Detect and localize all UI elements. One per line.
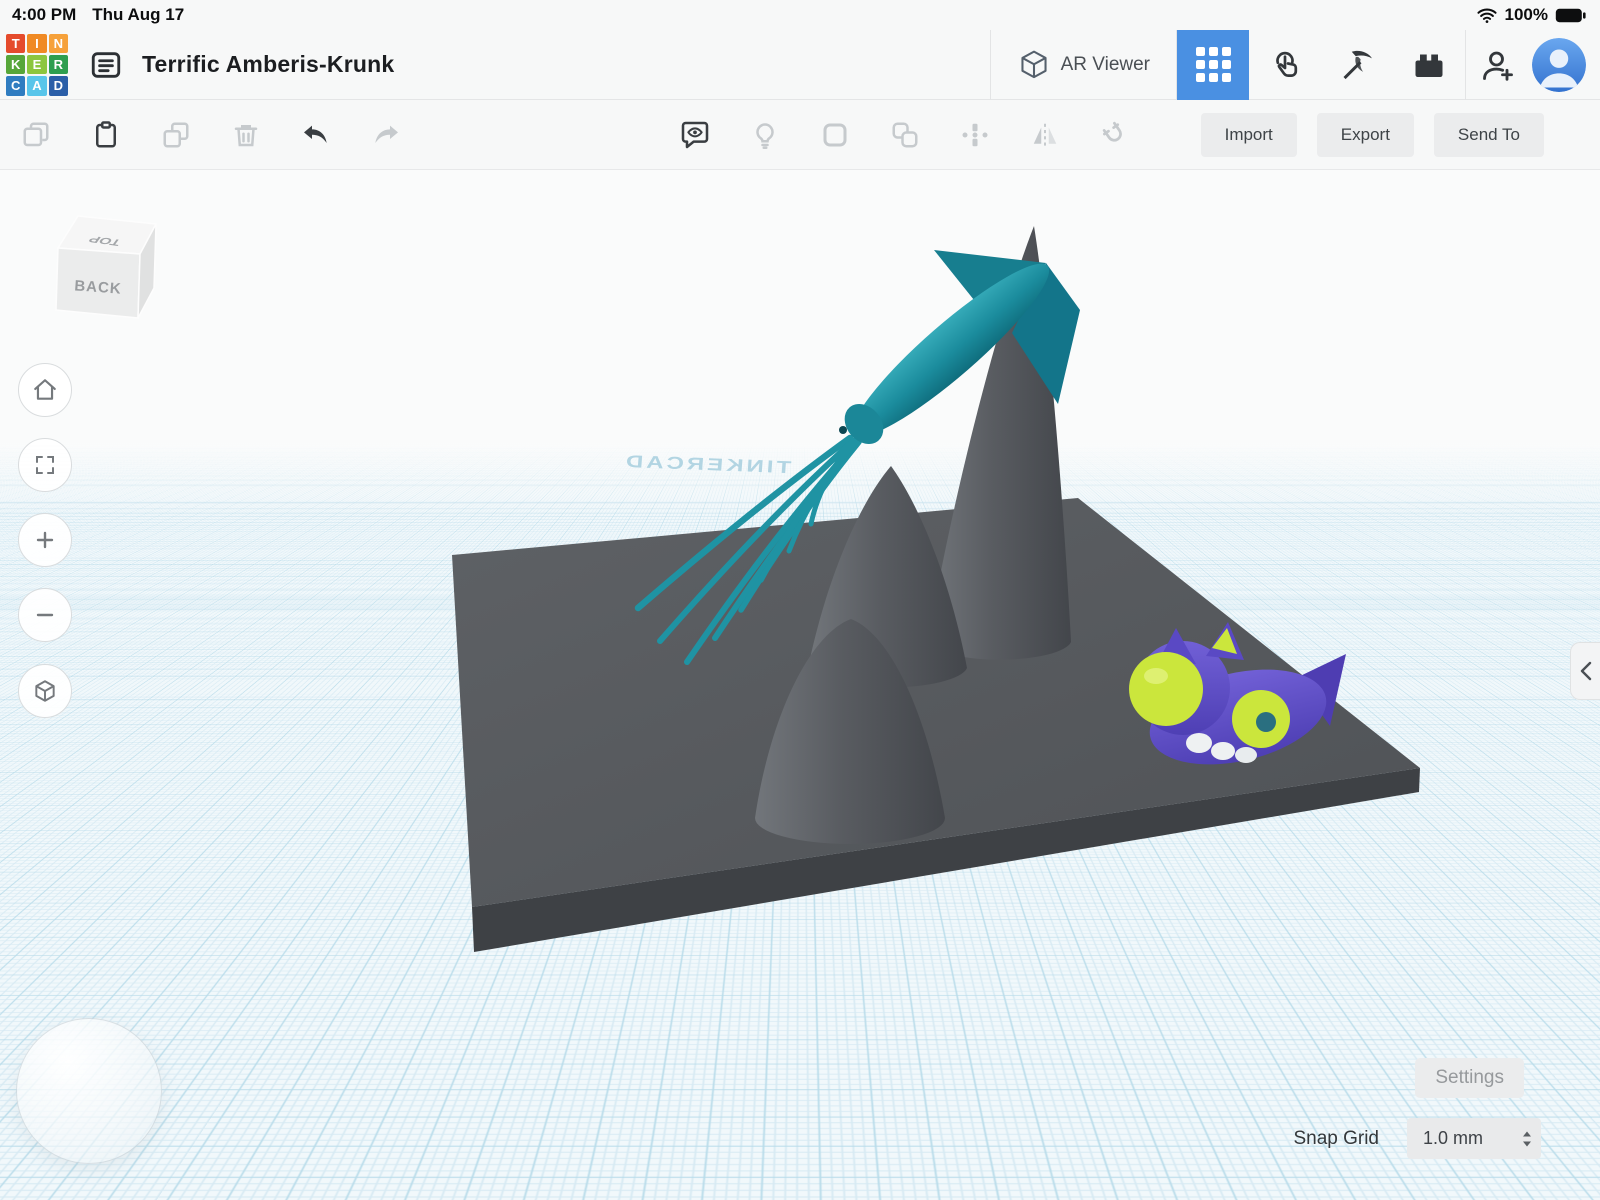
logo-tile: C (6, 76, 25, 95)
copy-button[interactable] (13, 112, 59, 158)
editor-view-button[interactable] (1177, 30, 1249, 100)
snap-grid-value: 1.0 mm (1423, 1128, 1483, 1149)
hand-tap-icon (1267, 47, 1303, 83)
panel-chevron-icon (1577, 660, 1595, 682)
logo-tile: N (49, 34, 68, 53)
cat-eye-left (1129, 652, 1203, 726)
ar-viewer-label: AR Viewer (1061, 54, 1150, 76)
snap-grid-label: Snap Grid (1293, 1128, 1379, 1150)
toolbar-io-group: Import Export Send To (1201, 113, 1544, 157)
send-to-button[interactable]: Send To (1434, 113, 1544, 157)
ar-cube-icon (1017, 48, 1051, 82)
align-button[interactable] (952, 112, 998, 158)
minecraft-view-button[interactable] (1321, 30, 1393, 100)
add-person-icon (1480, 47, 1516, 83)
shapes-panel-toggle[interactable] (1570, 642, 1600, 700)
zoom-in-button[interactable] (18, 513, 72, 567)
delete-button[interactable] (223, 112, 269, 158)
logo-tile: E (27, 55, 46, 74)
battery-percent: 100% (1505, 5, 1548, 25)
header: T I N K E R C A D Terrific Amberis-Krunk… (0, 30, 1600, 100)
tips-bulb-button[interactable] (742, 112, 788, 158)
status-indicators: 100% (1476, 5, 1586, 25)
status-bar: 4:00 PM Thu Aug 17 100% (0, 0, 1600, 30)
lego-view-button[interactable] (1393, 30, 1465, 100)
ungroup-button[interactable] (882, 112, 928, 158)
header-right-cluster: AR Viewer (990, 30, 1600, 100)
status-time: 4:00 PM (12, 5, 76, 25)
wifi-icon (1476, 6, 1498, 24)
paste-button[interactable] (83, 112, 129, 158)
cat-tooth (1235, 747, 1257, 763)
toolbar-edit-group (13, 112, 409, 158)
redo-button[interactable] (363, 112, 409, 158)
import-button[interactable]: Import (1201, 113, 1297, 157)
cat-tooth (1211, 742, 1235, 760)
pickaxe-icon (1339, 47, 1375, 83)
cat-tooth (1186, 733, 1212, 753)
navigation-joystick[interactable] (16, 1018, 162, 1164)
logo-tile: D (49, 76, 68, 95)
toolbar-tools-group (672, 112, 1138, 158)
avatar[interactable] (1532, 38, 1586, 92)
view-cube-back-label: BACK (74, 277, 122, 297)
snap-grid-dropdown[interactable]: 1.0 mm (1407, 1118, 1541, 1159)
squid-eye (839, 426, 847, 434)
status-date: Thu Aug 17 (92, 5, 184, 25)
3d-viewport[interactable]: TINKERCAD (0, 170, 1600, 1200)
settings-button[interactable]: Settings (1415, 1058, 1524, 1098)
perspective-toggle-button[interactable] (18, 664, 72, 718)
logo-tile: I (27, 34, 46, 53)
ar-viewer-button[interactable]: AR Viewer (991, 30, 1176, 100)
add-person-button[interactable] (1466, 30, 1530, 100)
brick-icon (1411, 47, 1447, 83)
tinkercad-logo[interactable]: T I N K E R C A D (6, 34, 68, 96)
snap-stepper-icon (1521, 1129, 1533, 1149)
sim-lab-button[interactable] (1249, 30, 1321, 100)
scene-models (0, 170, 1600, 1200)
magnet-button[interactable] (1092, 112, 1138, 158)
logo-tile: T (6, 34, 25, 53)
logo-tile: K (6, 55, 25, 74)
cat-pupil (1256, 712, 1276, 732)
toolbar: Import Export Send To (0, 100, 1600, 170)
mirror-button[interactable] (1022, 112, 1068, 158)
logo-tile: A (27, 76, 46, 95)
battery-icon (1555, 8, 1586, 23)
view-cube[interactable]: TOP BACK (44, 202, 162, 324)
group-button[interactable] (812, 112, 858, 158)
zoom-out-button[interactable] (18, 588, 72, 642)
cat-eye-highlight (1144, 668, 1168, 684)
snap-grid-control: Snap Grid 1.0 mm (1293, 1118, 1541, 1159)
duplicate-button[interactable] (153, 112, 199, 158)
design-properties-button[interactable] (86, 45, 126, 85)
notes-visibility-button[interactable] (672, 112, 718, 158)
home-view-button[interactable] (18, 363, 72, 417)
grid-view-icon (1196, 47, 1231, 82)
logo-tile: R (49, 55, 68, 74)
export-button[interactable]: Export (1317, 113, 1414, 157)
design-title[interactable]: Terrific Amberis-Krunk (142, 51, 394, 78)
undo-button[interactable] (293, 112, 339, 158)
view-cube-top-face[interactable] (58, 216, 156, 254)
fit-view-button[interactable] (18, 438, 72, 492)
